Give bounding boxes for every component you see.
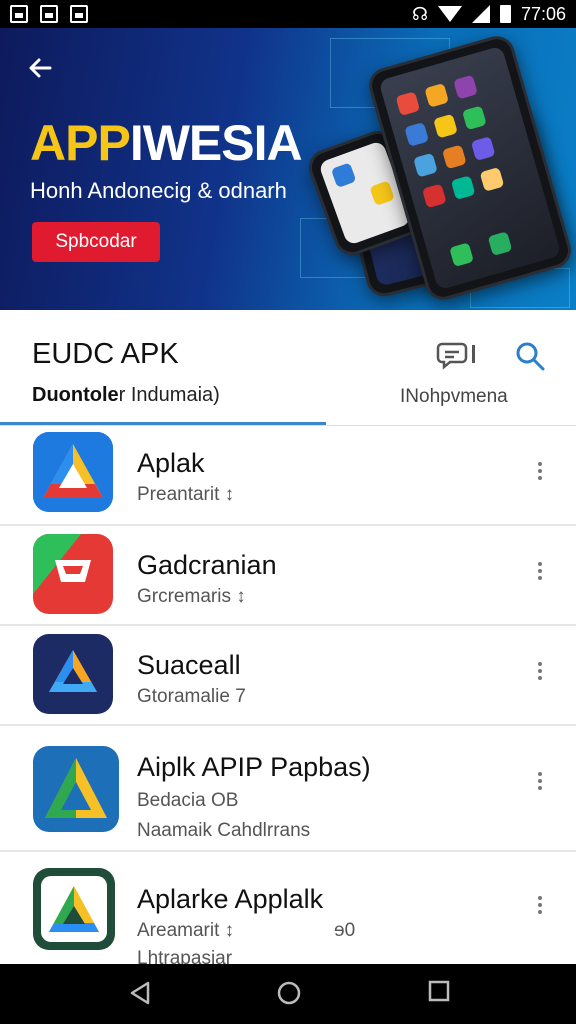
photo-icon xyxy=(70,5,88,23)
list-item[interactable]: Gadcranian Grcremaris ↕ xyxy=(0,526,576,626)
list-item[interactable]: Aiplk APIP Papbas) Bedacia OB Naamaik Ca… xyxy=(0,726,576,852)
app-subtitle: Gtoramalie 7 xyxy=(137,686,246,707)
more-options-icon[interactable] xyxy=(534,770,546,794)
chat-icon[interactable] xyxy=(436,340,476,370)
store-title: EUDC APK xyxy=(32,338,179,370)
banner-subtitle: Honh Andonecig & odnarh xyxy=(30,178,287,203)
more-options-icon[interactable] xyxy=(534,560,546,584)
app-subtitle: Bedacia OB xyxy=(137,790,239,811)
aiplk-app-icon xyxy=(33,746,119,832)
battery-icon xyxy=(499,5,511,23)
tab-recommendations[interactable]: INohpvmena xyxy=(400,386,508,408)
signal-icon xyxy=(471,5,490,23)
vibrate-icon: ☊ xyxy=(411,3,428,24)
back-arrow-icon[interactable] xyxy=(26,54,54,82)
store-header: EUDC APK Duontoler Indumaia) INohpvmena xyxy=(0,310,576,428)
app-title: Aplak xyxy=(137,448,205,478)
more-options-icon[interactable] xyxy=(534,660,546,684)
app-subtitle: Grcremaris ↕ xyxy=(137,586,246,607)
back-nav-icon[interactable] xyxy=(128,980,152,1011)
banner-title: APPIWESIA xyxy=(30,115,303,171)
system-nav-bar xyxy=(0,964,576,1024)
app-subtitle: Preantarit ↕ xyxy=(137,484,235,505)
gadcranian-app-icon xyxy=(33,534,113,614)
app-title: Aplarke Applalk xyxy=(137,884,324,914)
list-item[interactable]: Suaceall Gtoramalie 7 xyxy=(0,626,576,726)
app-subtitle-secondary: Naamaik Cahdlrrans xyxy=(137,820,311,841)
status-time: 77:06 xyxy=(520,3,566,24)
image-icon xyxy=(10,5,28,23)
aplak-app-icon xyxy=(33,432,113,512)
aplarke-app-icon xyxy=(33,868,115,950)
home-nav-icon[interactable] xyxy=(276,980,302,1011)
tab-overview[interactable]: Duontoler Indumaia) xyxy=(32,384,220,407)
app-subtitle: Areamarit ↕ xyxy=(137,920,235,941)
banner-cta-button[interactable]: Spbcodar xyxy=(32,222,160,262)
app-title: Suaceall xyxy=(137,650,241,680)
promo-banner[interactable]: APPIWESIA Honh Andonecig & odnarh Spbcod… xyxy=(0,28,576,310)
list-item[interactable]: Aplarke Applalk Areamarit ↕ ɘ0 Lhtrapasi… xyxy=(0,852,576,969)
app-extra-badge: ɘ0 xyxy=(334,920,356,941)
app-title: Aiplk APIP Papbas) xyxy=(137,752,371,782)
wifi-icon xyxy=(437,6,462,22)
list-item[interactable]: Aplak Preantarit ↕ xyxy=(0,426,576,526)
search-icon[interactable] xyxy=(514,340,546,372)
app-title: Gadcranian xyxy=(137,550,277,580)
recents-nav-icon[interactable] xyxy=(428,980,450,1007)
more-options-icon[interactable] xyxy=(534,460,546,484)
suaceall-app-icon xyxy=(33,634,113,714)
status-bar: ☊ 77:06 xyxy=(0,0,576,28)
sim-icon xyxy=(40,5,58,23)
more-options-icon[interactable] xyxy=(534,894,546,918)
